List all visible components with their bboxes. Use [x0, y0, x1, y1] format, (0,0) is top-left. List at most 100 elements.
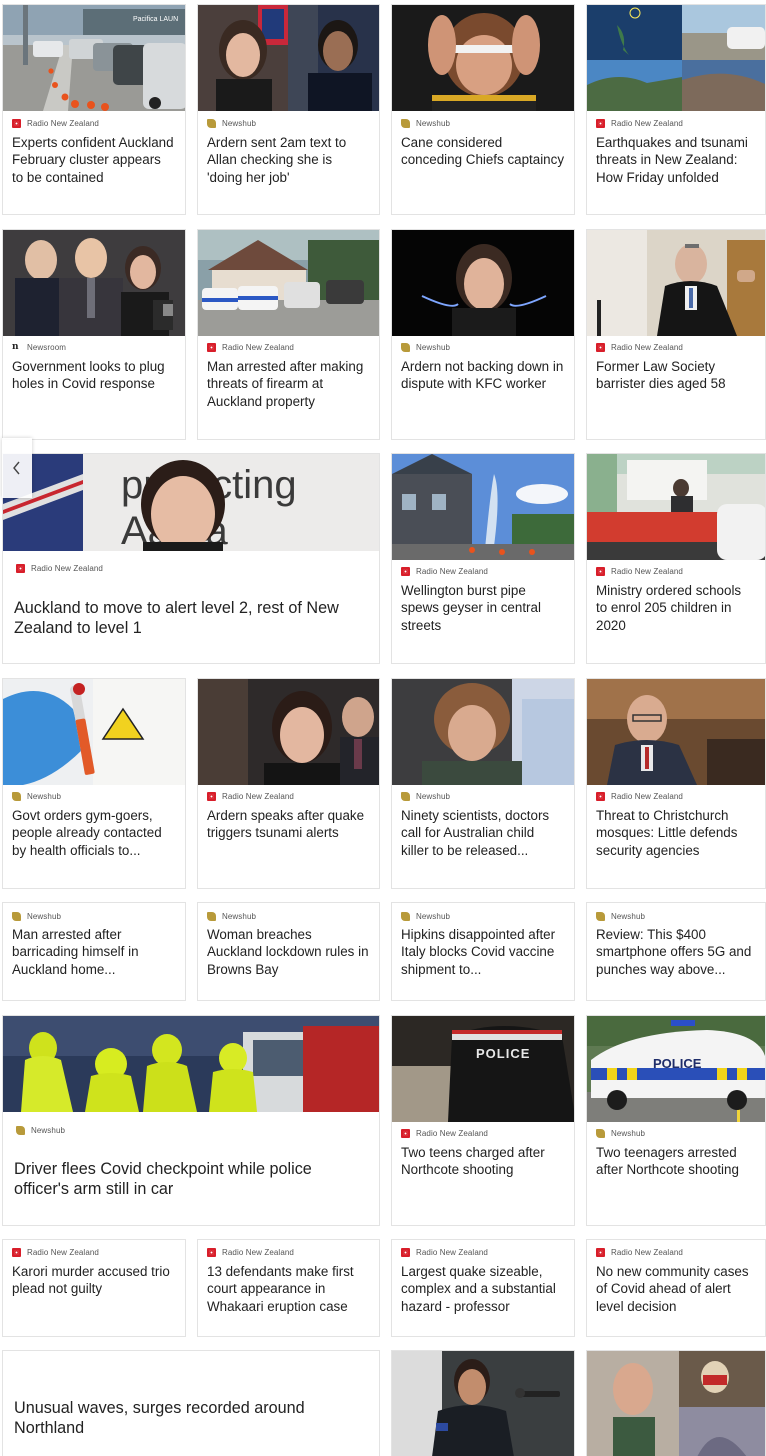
source-label: n Newsroom: [12, 342, 66, 353]
article-title[interactable]: Earthquakes and tsunami threats in New Z…: [596, 134, 755, 186]
news-card[interactable]: Radio New Zealand Wellington burst pipe …: [391, 453, 575, 664]
article-title[interactable]: Ministry ordered schools to enrol 205 ch…: [596, 582, 755, 634]
news-card[interactable]: Radio New Zealand Karori murder accused …: [2, 1239, 186, 1337]
source-name: Radio New Zealand: [31, 564, 103, 573]
news-card[interactable]: Radio New Zealand 13 defendants make fir…: [197, 1239, 380, 1337]
article-image: [198, 679, 379, 785]
article-title[interactable]: Government looks to plug holes in Covid …: [12, 358, 175, 393]
rnz-logo-icon: [12, 119, 21, 128]
article-title[interactable]: Largest quake sizeable, complex and a su…: [401, 1263, 564, 1315]
newsroom-logo-icon: n: [12, 342, 19, 352]
rnz-logo-icon: [596, 343, 605, 352]
news-card[interactable]: Radio New Zealand Largest quake sizeable…: [391, 1239, 575, 1337]
source-label: Radio New Zealand: [596, 792, 683, 801]
news-card[interactable]: Newshub Man arrested after barricading h…: [2, 902, 186, 1001]
article-title[interactable]: Experts confident Auckland February clus…: [12, 134, 175, 186]
article-title[interactable]: Two teens charged after Northcote shooti…: [401, 1144, 564, 1179]
source-name: Radio New Zealand: [611, 567, 683, 576]
article-title[interactable]: Ardern sent 2am text to Allan checking s…: [207, 134, 369, 186]
news-card[interactable]: Newshub Review: This $400 smartphone off…: [586, 902, 766, 1001]
article-image: [3, 230, 185, 336]
news-card[interactable]: Radio New Zealand No new community cases…: [586, 1239, 766, 1337]
source-label: Radio New Zealand: [207, 1248, 294, 1257]
article-title[interactable]: Former Law Society barrister dies aged 5…: [596, 358, 755, 393]
article-title[interactable]: Review: This $400 smartphone offers 5G a…: [596, 926, 755, 978]
article-title[interactable]: Govt orders gym-goers, people already co…: [12, 807, 175, 859]
rnz-logo-icon: [207, 792, 216, 801]
news-card[interactable]: Newshub Govt orders gym-goers, people al…: [2, 678, 186, 889]
source-label: Newshub: [401, 792, 450, 801]
source-name: Newshub: [416, 792, 451, 801]
news-card[interactable]: Newshub Ninety scientists, doctors call …: [391, 678, 575, 889]
rnz-logo-icon: [401, 567, 410, 576]
news-card[interactable]: Radio New Zealand Man arrested after mak…: [197, 229, 380, 440]
source-label: Newshub: [401, 343, 450, 352]
article-title[interactable]: Unusual waves, surges recorded around No…: [14, 1398, 363, 1439]
article-title[interactable]: Man arrested after barricading himself i…: [12, 926, 175, 978]
source-label: Radio New Zealand: [596, 567, 683, 576]
news-card[interactable]: Radio New Zealand Ardern speaks after qu…: [197, 678, 380, 889]
chevron-left-icon: [13, 461, 20, 475]
article-image: [587, 230, 765, 336]
article-title[interactable]: Wellington burst pipe spews geyser in ce…: [401, 582, 564, 634]
source-name: Radio New Zealand: [27, 119, 99, 128]
article-image: [392, 230, 574, 336]
article-title[interactable]: Woman breaches Auckland lockdown rules i…: [207, 926, 369, 978]
featured-news-card[interactable]: protecting Aaroa Radio New Zealand Auckl…: [2, 453, 380, 664]
source-label: Radio New Zealand: [12, 119, 99, 128]
article-title[interactable]: Karori murder accused trio plead not gui…: [12, 1263, 175, 1298]
news-card[interactable]: Newshub Cane considered conceding Chiefs…: [391, 4, 575, 215]
rnz-logo-icon: [596, 1248, 605, 1257]
article-title[interactable]: Threat to Christchurch mosques: Little d…: [596, 807, 755, 859]
source-label: Newshub: [16, 1126, 65, 1135]
newshub-logo-icon: [207, 912, 216, 921]
rnz-logo-icon: [12, 1248, 21, 1257]
article-title[interactable]: Ardern not backing down in dispute with …: [401, 358, 564, 393]
featured-news-card[interactable]: Newshub Driver flees Covid checkpoint wh…: [2, 1015, 380, 1226]
rnz-logo-icon: [207, 1248, 216, 1257]
source-name: Newshub: [27, 912, 62, 921]
news-card[interactable]: [391, 1350, 575, 1456]
article-image: POLICE: [392, 1016, 574, 1122]
source-label: Radio New Zealand: [207, 343, 294, 352]
news-card[interactable]: Newshub Woman breaches Auckland lockdown…: [197, 902, 380, 1001]
news-card[interactable]: Radio New Zealand Ministry ordered schoo…: [586, 453, 766, 664]
news-card[interactable]: Newshub Ardern not backing down in dispu…: [391, 229, 575, 440]
article-title[interactable]: Cane considered conceding Chiefs captain…: [401, 134, 564, 169]
news-card[interactable]: Radio New Zealand Former Law Society bar…: [586, 229, 766, 440]
news-card[interactable]: Newshub Hipkins disappointed after Italy…: [391, 902, 575, 1001]
article-title[interactable]: Ninety scientists, doctors call for Aust…: [401, 807, 564, 859]
featured-news-card[interactable]: Unusual waves, surges recorded around No…: [2, 1350, 380, 1456]
news-card[interactable]: POLICE Radio New Zealand Two teens charg…: [391, 1015, 575, 1226]
source-label: Newshub: [207, 912, 256, 921]
article-image: [587, 454, 765, 560]
article-title[interactable]: Man arrested after making threats of fir…: [207, 358, 369, 410]
carousel-prev-button[interactable]: [2, 438, 32, 498]
newshub-logo-icon: [401, 912, 410, 921]
news-card[interactable]: [586, 1350, 766, 1456]
article-image: [587, 679, 765, 785]
news-card[interactable]: Pacifica LAUN Radio New Zealand Experts …: [2, 4, 186, 215]
source-name: Newshub: [416, 912, 451, 921]
news-card[interactable]: Newshub Ardern sent 2am text to Allan ch…: [197, 4, 380, 215]
source-name: Radio New Zealand: [416, 1129, 488, 1138]
newshub-logo-icon: [12, 912, 21, 921]
news-card[interactable]: POLICE Newshub Two teenagers arrested af…: [586, 1015, 766, 1226]
source-label: Radio New Zealand: [596, 1248, 683, 1257]
news-card[interactable]: Radio New Zealand Earthquakes and tsunam…: [586, 4, 766, 215]
rnz-logo-icon: [596, 792, 605, 801]
news-card[interactable]: n Newsroom Government looks to plug holes…: [2, 229, 186, 440]
article-title[interactable]: Ardern speaks after quake triggers tsuna…: [207, 807, 369, 842]
article-title[interactable]: Hipkins disappointed after Italy blocks …: [401, 926, 564, 978]
article-title[interactable]: Two teenagers arrested after Northcote s…: [596, 1144, 755, 1179]
news-card[interactable]: Radio New Zealand Threat to Christchurch…: [586, 678, 766, 889]
source-name: Radio New Zealand: [222, 792, 294, 801]
article-image: [392, 1351, 574, 1456]
article-image: [198, 5, 379, 111]
rnz-logo-icon: [207, 343, 216, 352]
article-title[interactable]: Auckland to move to alert level 2, rest …: [14, 598, 363, 639]
article-title[interactable]: 13 defendants make first court appearanc…: [207, 1263, 369, 1315]
article-title[interactable]: No new community cases of Covid ahead of…: [596, 1263, 755, 1315]
rnz-logo-icon: [596, 567, 605, 576]
article-title[interactable]: Driver flees Covid checkpoint while poli…: [14, 1159, 363, 1200]
